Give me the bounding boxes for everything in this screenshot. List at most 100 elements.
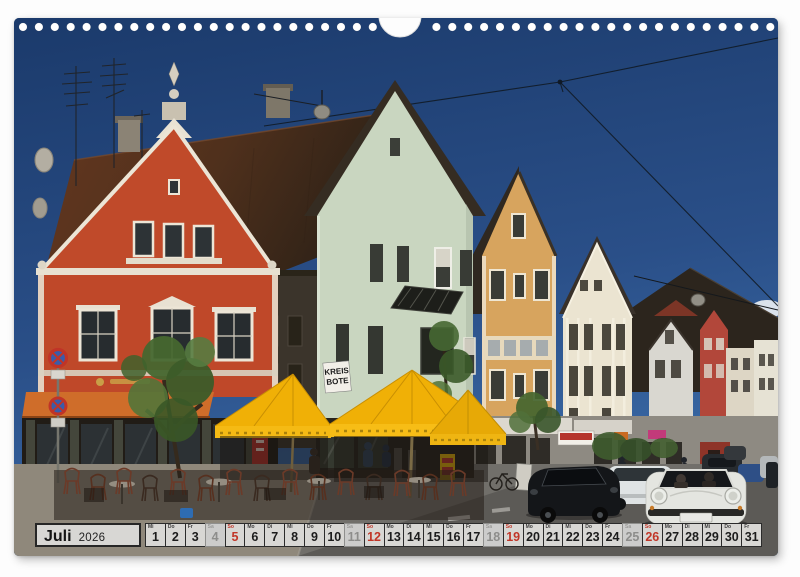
day-number: 18 xyxy=(484,530,503,544)
binding-hole xyxy=(242,23,250,31)
binding-hole xyxy=(512,23,520,31)
day-number: 27 xyxy=(663,530,682,544)
binding-hole xyxy=(194,23,202,31)
day-number: 2 xyxy=(166,530,185,544)
calendar-day-7: Di7 xyxy=(264,523,285,547)
calendar-days: Mi1Do2Fr3Sa4So5Mo6Di7Mi8Do9Fr10Sa11So12M… xyxy=(145,523,762,547)
day-number: 23 xyxy=(583,530,602,544)
day-number: 9 xyxy=(305,530,324,544)
binding-hole xyxy=(226,23,234,31)
calendar-day-15: Mi15 xyxy=(423,523,444,547)
calendar-day-1: Mi1 xyxy=(145,523,166,547)
calendar-day-6: Mo6 xyxy=(244,523,265,547)
day-number: 4 xyxy=(206,530,225,544)
day-number: 8 xyxy=(285,530,304,544)
day-number: 22 xyxy=(563,530,582,544)
day-number: 5 xyxy=(226,530,245,544)
month-name: Juli xyxy=(44,527,72,547)
binding-hole xyxy=(83,23,91,31)
calendar-day-25: Sa25 xyxy=(622,523,643,547)
calendar-day-28: Di28 xyxy=(682,523,703,547)
binding-hole xyxy=(51,23,59,31)
binding-hole xyxy=(257,23,265,31)
day-number: 11 xyxy=(345,530,364,544)
day-number: 26 xyxy=(643,530,662,544)
day-number: 12 xyxy=(365,530,384,544)
calendar-day-24: Fr24 xyxy=(602,523,623,547)
binding-hole xyxy=(623,23,631,31)
binding-hole xyxy=(210,23,218,31)
day-number: 20 xyxy=(524,530,543,544)
day-number: 10 xyxy=(325,530,344,544)
binding-hole xyxy=(464,23,472,31)
calendar-day-5: So5 xyxy=(225,523,246,547)
calendar-day-18: Sa18 xyxy=(483,523,504,547)
binding-hole xyxy=(35,23,43,31)
kreis-bote-sign: KREIS BOTE xyxy=(323,361,352,393)
day-number: 3 xyxy=(186,530,205,544)
binding-hole xyxy=(289,23,297,31)
calendar-sheet: KREIS BOTE xyxy=(14,18,778,556)
binding-hole xyxy=(98,23,106,31)
porsche-car xyxy=(644,470,748,530)
calendar-day-17: Fr17 xyxy=(463,523,484,547)
calendar-day-31: Fr31 xyxy=(741,523,762,547)
binding-hole xyxy=(480,23,488,31)
binding-hole xyxy=(528,23,536,31)
binding-hole xyxy=(734,23,742,31)
day-number: 28 xyxy=(683,530,702,544)
day-number: 30 xyxy=(722,530,741,544)
calendar-day-27: Mo27 xyxy=(662,523,683,547)
calendar-day-11: Sa11 xyxy=(344,523,365,547)
binding-hole xyxy=(19,23,27,31)
calendar-day-23: Do23 xyxy=(582,523,603,547)
calendar-day-10: Fr10 xyxy=(324,523,345,547)
calendar-day-16: Do16 xyxy=(443,523,464,547)
day-number: 24 xyxy=(603,530,622,544)
day-number: 31 xyxy=(742,530,761,544)
binding-hole xyxy=(766,23,774,31)
binding-hole xyxy=(639,23,647,31)
calendar-day-29: Mi29 xyxy=(702,523,723,547)
binding-hole xyxy=(671,23,679,31)
binding-hole xyxy=(353,23,361,31)
day-number: 14 xyxy=(404,530,423,544)
day-number: 21 xyxy=(544,530,563,544)
binding-hole xyxy=(719,23,727,31)
day-number: 16 xyxy=(444,530,463,544)
binding-hole xyxy=(305,23,313,31)
calendar-day-2: Do2 xyxy=(165,523,186,547)
binding-hole xyxy=(607,23,615,31)
day-number: 19 xyxy=(504,530,523,544)
binding-hole xyxy=(750,23,758,31)
day-number: 1 xyxy=(146,530,165,544)
binding-hole xyxy=(369,23,377,31)
calendar-day-9: Do9 xyxy=(304,523,325,547)
black-car xyxy=(526,466,622,523)
binding-hole xyxy=(321,23,329,31)
calendar-day-30: Do30 xyxy=(721,523,742,547)
binding-hole xyxy=(114,23,122,31)
day-number: 29 xyxy=(703,530,722,544)
binding-hole xyxy=(687,23,695,31)
blue-bag xyxy=(180,508,193,518)
binding-hole xyxy=(448,23,456,31)
binding-hole xyxy=(337,23,345,31)
day-number: 25 xyxy=(623,530,642,544)
day-number: 7 xyxy=(265,530,284,544)
calendar-day-8: Mi8 xyxy=(284,523,305,547)
binding-hole xyxy=(67,23,75,31)
calendar-day-20: Mo20 xyxy=(523,523,544,547)
binding-hole xyxy=(591,23,599,31)
binding-hole xyxy=(130,23,138,31)
month-label: Juli 2026 xyxy=(35,523,141,547)
calendar-day-19: So19 xyxy=(503,523,524,547)
calendar-day-26: So26 xyxy=(642,523,663,547)
day-number: 13 xyxy=(385,530,404,544)
year-label: 2026 xyxy=(79,532,106,544)
calendar-day-13: Mo13 xyxy=(384,523,405,547)
calendar-day-4: Sa4 xyxy=(205,523,226,547)
binding-hole xyxy=(273,23,281,31)
calendar-photo-backdrop: KREIS BOTE xyxy=(0,0,800,577)
day-number: 15 xyxy=(424,530,443,544)
